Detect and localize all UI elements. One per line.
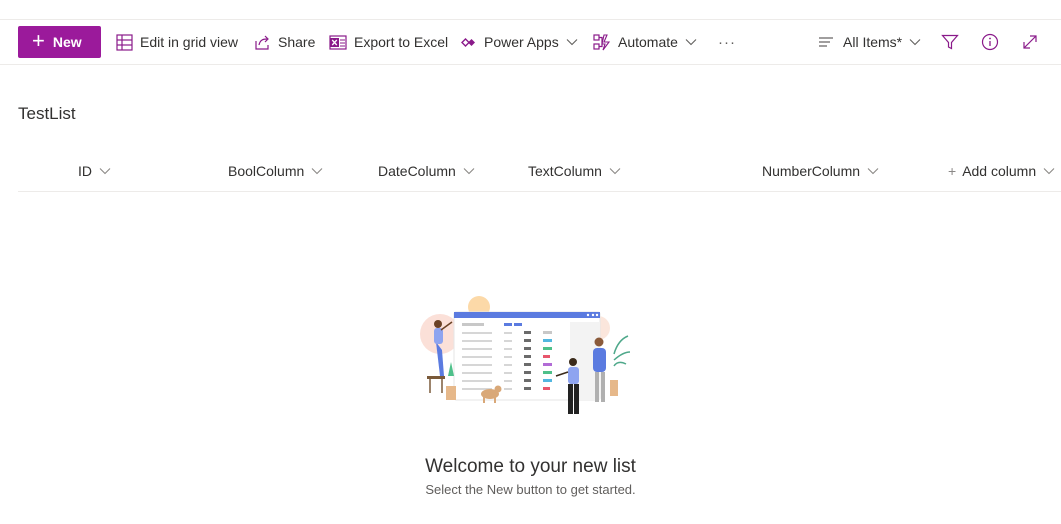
column-header-boolcolumn[interactable]: BoolColumn (228, 150, 323, 191)
command-bar: + New Edit in grid view Share Export to … (0, 20, 1061, 65)
chevron-down-icon (99, 167, 111, 174)
info-icon (981, 33, 999, 51)
new-button-label: New (52, 34, 82, 50)
info-button[interactable] (974, 26, 1006, 58)
export-to-excel-label: Export to Excel (354, 34, 449, 50)
share-label: Share (278, 34, 316, 50)
column-header-textcolumn[interactable]: TextColumn (528, 150, 621, 191)
plus-icon: + (948, 162, 957, 179)
empty-state-heading: Welcome to your new list (425, 456, 636, 477)
grid-icon (116, 33, 133, 51)
empty-state-subtext: Select the New button to get started. (425, 482, 636, 497)
excel-icon (329, 34, 347, 50)
new-button[interactable]: + New (18, 26, 101, 58)
edit-in-grid-view-button[interactable]: Edit in grid view (116, 26, 238, 58)
view-selector-label: All Items* (843, 34, 903, 50)
column-header-numbercolumn[interactable]: NumberColumn (762, 150, 879, 191)
filter-icon (941, 34, 959, 50)
column-header-label: DateColumn (378, 162, 456, 179)
power-apps-icon (461, 37, 475, 47)
chevron-down-icon (609, 167, 621, 174)
column-header-row: ID BoolColumn DateColumn TextColumn Numb… (18, 150, 1061, 192)
chevron-down-icon (685, 39, 697, 46)
column-header-label: BoolColumn (228, 162, 305, 179)
view-selector[interactable]: All Items* (818, 26, 921, 58)
power-apps-menu[interactable]: Power Apps (460, 26, 578, 58)
expand-button[interactable] (1014, 26, 1046, 58)
automate-menu[interactable]: Automate (593, 26, 697, 58)
column-header-label: NumberColumn (762, 162, 861, 179)
add-column-button[interactable]: + Add column (948, 150, 1055, 191)
more-icon: ··· (718, 33, 736, 51)
plus-icon: + (32, 28, 45, 53)
empty-list-illustration (420, 296, 631, 414)
chevron-down-icon (1043, 167, 1055, 174)
column-header-datecolumn[interactable]: DateColumn (378, 150, 475, 191)
expand-icon (1023, 35, 1037, 49)
automate-icon (593, 34, 611, 51)
chevron-down-icon (311, 167, 323, 174)
list-title: TestList (18, 104, 76, 123)
power-apps-label: Power Apps (484, 34, 559, 50)
column-header-id[interactable]: ID (78, 150, 111, 191)
share-icon (255, 35, 269, 50)
automate-label: Automate (618, 34, 678, 50)
export-to-excel-button[interactable]: Export to Excel (329, 26, 448, 58)
column-header-label: ID (78, 162, 92, 179)
add-column-label: Add column (962, 162, 1037, 179)
column-header-label: TextColumn (528, 162, 602, 179)
chevron-down-icon (463, 167, 475, 174)
chevron-down-icon (909, 39, 921, 46)
edit-in-grid-view-label: Edit in grid view (140, 34, 239, 50)
chevron-down-icon (566, 39, 578, 46)
more-options-button[interactable]: ··· (718, 26, 736, 58)
view-list-icon (819, 37, 833, 47)
share-button[interactable]: Share (254, 26, 315, 58)
chevron-down-icon (867, 167, 879, 174)
filter-button[interactable] (934, 26, 966, 58)
